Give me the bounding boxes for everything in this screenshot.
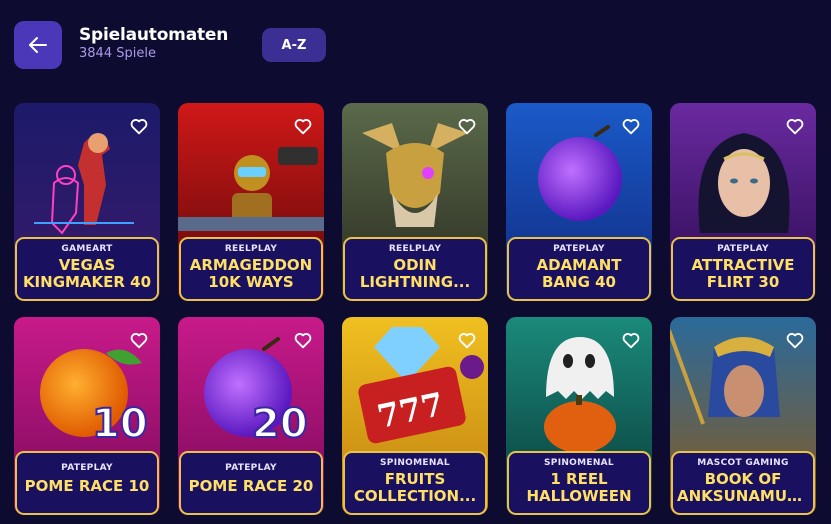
favorite-heart-icon[interactable]	[292, 329, 314, 351]
game-provider: MASCOT GAMING	[697, 458, 789, 468]
game-card-pome-race-20[interactable]: 20 PATEPLAY POME RACE 20	[178, 317, 324, 515]
favorite-heart-icon[interactable]	[784, 115, 806, 137]
game-title: POME RACE 10	[24, 478, 150, 495]
game-provider: PATEPLAY	[717, 244, 769, 254]
game-label: SPINOMENAL 1 REEL HALLOWEEN	[507, 451, 651, 515]
game-provider: PATEPLAY	[61, 463, 113, 473]
game-card-attractive-flirt[interactable]: PATEPLAY ATTRACTIVE FLIRT 30	[670, 103, 816, 301]
game-provider: SPINOMENAL	[380, 458, 450, 468]
header-bar: Spielautomaten 3844 Spiele A-Z	[0, 0, 831, 90]
game-card-vegas-kingmaker[interactable]: GAMEART VEGAS KINGMAKER 40	[14, 103, 160, 301]
game-label: REELPLAY ODIN LIGHTNING...	[343, 237, 487, 301]
game-card-book-of-anksunamun[interactable]: MASCOT GAMING BOOK OF ANKSUNAMUN...	[670, 317, 816, 515]
game-label: SPINOMENAL FRUITS COLLECTION...	[343, 451, 487, 515]
game-label: PATEPLAY POME RACE 10	[15, 451, 159, 515]
game-title: ARMAGEDDON 10K WAYS	[189, 257, 313, 291]
game-title: VEGAS KINGMAKER 40	[22, 257, 152, 291]
game-provider: SPINOMENAL	[544, 458, 614, 468]
title-block: Spielautomaten 3844 Spiele	[79, 25, 228, 62]
badge-number: 20	[251, 400, 309, 448]
favorite-heart-icon[interactable]	[456, 115, 478, 137]
game-title: POME RACE 20	[188, 478, 314, 495]
game-label: PATEPLAY ADAMANT BANG 40	[507, 237, 651, 301]
game-label: PATEPLAY ATTRACTIVE FLIRT 30	[671, 237, 815, 301]
game-provider: PATEPLAY	[225, 463, 277, 473]
game-provider: GAMEART	[61, 244, 113, 254]
game-provider: REELPLAY	[388, 244, 442, 254]
game-card-fruits-collection[interactable]: 777 SPINOMENAL FRUITS COLLECTION...	[342, 317, 488, 515]
favorite-heart-icon[interactable]	[456, 329, 478, 351]
favorite-heart-icon[interactable]	[620, 329, 642, 351]
game-card-armageddon[interactable]: REELPLAY ARMAGEDDON 10K WAYS	[178, 103, 324, 301]
game-label: MASCOT GAMING BOOK OF ANKSUNAMUN...	[671, 451, 815, 515]
game-provider: REELPLAY	[224, 244, 278, 254]
favorite-heart-icon[interactable]	[128, 115, 150, 137]
game-title: FRUITS COLLECTION...	[353, 471, 477, 505]
game-card-adamant-bang[interactable]: PATEPLAY ADAMANT BANG 40	[506, 103, 652, 301]
game-title: ADAMANT BANG 40	[536, 257, 622, 291]
favorite-heart-icon[interactable]	[128, 329, 150, 351]
arrow-left-icon	[29, 37, 47, 53]
game-count: 3844 Spiele	[79, 46, 156, 61]
game-card-pome-race-10[interactable]: 10 PATEPLAY POME RACE 10	[14, 317, 160, 515]
game-title: ATTRACTIVE FLIRT 30	[691, 257, 795, 291]
back-button[interactable]	[14, 21, 62, 69]
game-card-odin-lightning[interactable]: REELPLAY ODIN LIGHTNING...	[342, 103, 488, 301]
page-title: Spielautomaten	[79, 25, 229, 45]
favorite-heart-icon[interactable]	[784, 329, 806, 351]
game-label: GAMEART VEGAS KINGMAKER 40	[15, 237, 159, 301]
game-title: 1 REEL HALLOWEEN	[526, 471, 632, 505]
page: Spielautomaten 3844 Spiele A-Z GAMEART V…	[0, 0, 831, 524]
badge-number: 10	[91, 400, 149, 448]
sort-button[interactable]: A-Z	[262, 28, 326, 62]
favorite-heart-icon[interactable]	[292, 115, 314, 137]
favorite-heart-icon[interactable]	[620, 115, 642, 137]
game-card-1-reel-halloween[interactable]: SPINOMENAL 1 REEL HALLOWEEN	[506, 317, 652, 515]
game-title: ODIN LIGHTNING...	[359, 257, 471, 291]
game-title: BOOK OF ANKSUNAMUN...	[677, 471, 809, 505]
game-provider: PATEPLAY	[553, 244, 605, 254]
game-label: REELPLAY ARMAGEDDON 10K WAYS	[179, 237, 323, 301]
game-label: PATEPLAY POME RACE 20	[179, 451, 323, 515]
